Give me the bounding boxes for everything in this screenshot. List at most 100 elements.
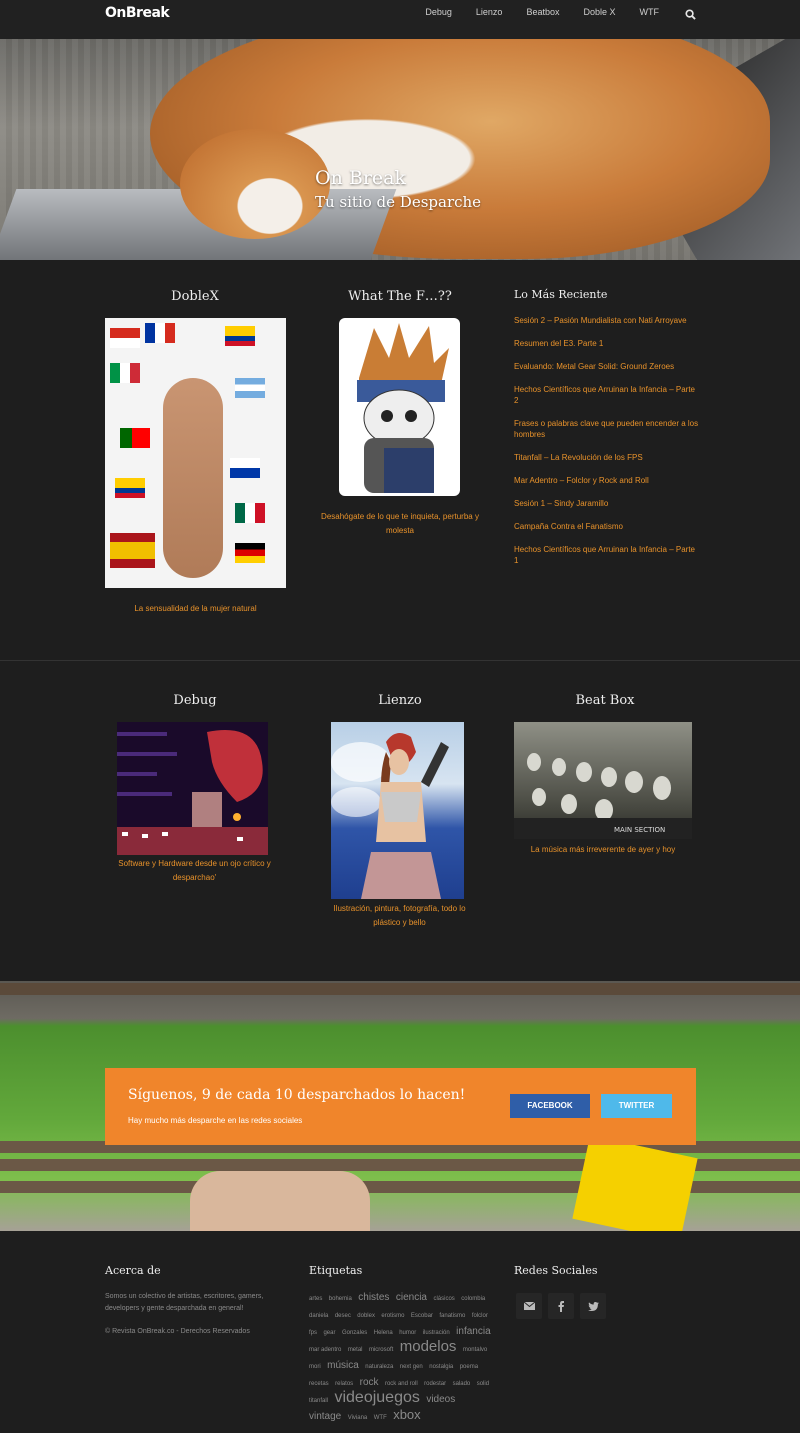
featured-title-doblex[interactable]: DobleX bbox=[105, 289, 285, 304]
tag-link[interactable]: gear bbox=[323, 1330, 335, 1336]
recent-post-link[interactable]: Campaña Contra el Fanatismo bbox=[514, 521, 699, 532]
tag-link[interactable]: rock and roll bbox=[385, 1381, 418, 1387]
twitter-button[interactable]: TWITTER bbox=[601, 1094, 672, 1118]
category-caption-lienzo: Ilustración, pintura, fotografía, todo l… bbox=[333, 904, 466, 927]
tag-link[interactable]: vintage bbox=[309, 1411, 341, 1422]
tag-link[interactable]: ciencia bbox=[396, 1292, 427, 1303]
tag-link[interactable]: desec bbox=[335, 1313, 351, 1319]
tag-link[interactable]: infancia bbox=[456, 1326, 490, 1337]
tag-link[interactable]: chistes bbox=[358, 1292, 389, 1303]
nav-link-debug[interactable]: Debug bbox=[425, 0, 452, 17]
recent-post-link[interactable]: Resumen del E3. Parte 1 bbox=[514, 338, 699, 349]
tag-link[interactable]: nostalgia bbox=[429, 1364, 453, 1370]
hero-banner bbox=[0, 39, 800, 260]
bench-slat bbox=[0, 983, 800, 995]
category-caption-debug: Software y Hardware desde un ojo crítico… bbox=[118, 859, 271, 882]
envelope-icon[interactable] bbox=[516, 1293, 542, 1319]
tag-link[interactable]: ilustración bbox=[423, 1330, 450, 1336]
facebook-button[interactable]: FACEBOOK bbox=[510, 1094, 590, 1118]
doblex-image[interactable] bbox=[105, 318, 286, 588]
footer-about-text: Somos un colectivo de artistas, escritor… bbox=[105, 1293, 264, 1312]
tag-link[interactable]: mori bbox=[309, 1364, 321, 1370]
top-navbar: OnBreak Debug Lienzo Beatbox Doble X WTF bbox=[0, 0, 800, 39]
tag-link[interactable]: naturaleza bbox=[365, 1364, 393, 1370]
footer-social-title: Redes Sociales bbox=[514, 1264, 598, 1277]
footer-about-title: Acerca de bbox=[105, 1264, 161, 1277]
tag-link[interactable]: recetas bbox=[309, 1381, 329, 1387]
tag-link[interactable]: Escobar bbox=[411, 1313, 433, 1319]
category-title-lienzo[interactable]: Lienzo bbox=[310, 693, 490, 708]
tag-link[interactable]: Gonzales bbox=[342, 1330, 367, 1336]
facebook-icon[interactable] bbox=[548, 1293, 574, 1319]
tag-link[interactable]: xbox bbox=[393, 1407, 420, 1422]
recent-post-link[interactable]: Sesión 2 – Pasión Mundialista con Nati A… bbox=[514, 315, 699, 326]
tag-link[interactable]: Viviana bbox=[348, 1415, 368, 1421]
tag-link[interactable]: modelos bbox=[400, 1338, 457, 1355]
recent-posts-list: Sesión 2 – Pasión Mundialista con Nati A… bbox=[514, 315, 699, 578]
tag-link[interactable]: doblex bbox=[357, 1313, 375, 1319]
featured-caption-wtf: Desahógate de lo que te inquieta, pertur… bbox=[321, 512, 479, 535]
tag-link[interactable]: daniela bbox=[309, 1313, 328, 1319]
tag-link[interactable]: clásicos bbox=[433, 1296, 454, 1302]
tag-link[interactable]: titanfall bbox=[309, 1398, 328, 1404]
recent-post-link[interactable]: Hechos Científicos que Arruinan la Infan… bbox=[514, 544, 699, 566]
tag-link[interactable]: mar adentro bbox=[309, 1347, 341, 1353]
nav-link-doblex[interactable]: Doble X bbox=[583, 0, 615, 17]
tag-link[interactable]: WTF bbox=[374, 1415, 387, 1421]
recent-post-link[interactable]: Titanfall – La Revolución de los FPS bbox=[514, 452, 699, 463]
tag-link[interactable]: colombia bbox=[461, 1296, 485, 1302]
recent-post-link[interactable]: Sesión 1 – Sindy Jaramillo bbox=[514, 498, 699, 509]
hero-cat-head bbox=[180, 129, 330, 239]
tag-link[interactable]: montalvo bbox=[463, 1347, 487, 1353]
tag-link[interactable]: videojuegos bbox=[334, 1389, 419, 1406]
doblex-model bbox=[163, 378, 223, 578]
nav-link-beatbox[interactable]: Beatbox bbox=[526, 0, 559, 17]
featured-title-wtf[interactable]: What The F…?? bbox=[310, 289, 490, 304]
tag-link[interactable]: música bbox=[327, 1360, 359, 1371]
recent-posts-title: Lo Más Reciente bbox=[514, 288, 608, 301]
svg-text:MAIN SECTION: MAIN SECTION bbox=[614, 826, 665, 834]
follow-subtitle: Hay mucho más desparche en las redes soc… bbox=[128, 1116, 303, 1125]
tag-cloud: artes bohemia chistes ciencia clásicos c… bbox=[309, 1289, 494, 1425]
hero-subtitle: Tu sitio de Desparche bbox=[315, 193, 482, 211]
tag-link[interactable]: videos bbox=[426, 1394, 455, 1405]
tag-link[interactable]: erotismo bbox=[381, 1313, 404, 1319]
nav-links: Debug Lienzo Beatbox Doble X WTF bbox=[401, 0, 696, 39]
wtf-image[interactable] bbox=[339, 318, 460, 496]
tag-link[interactable]: folclor bbox=[472, 1313, 488, 1319]
category-title-debug[interactable]: Debug bbox=[105, 693, 285, 708]
tag-link[interactable]: rodestar bbox=[424, 1381, 446, 1387]
tag-link[interactable]: metal bbox=[348, 1347, 363, 1353]
tag-link[interactable]: Helena bbox=[374, 1330, 393, 1336]
recent-post-link[interactable]: Hechos Científicos que Arruinan la Infan… bbox=[514, 384, 699, 406]
beatbox-image[interactable]: MAIN SECTION bbox=[514, 722, 692, 839]
debug-image[interactable] bbox=[117, 722, 268, 855]
twitter-icon[interactable] bbox=[580, 1293, 606, 1319]
tag-link[interactable]: relatos bbox=[335, 1381, 353, 1387]
tag-link[interactable]: fanatismo bbox=[439, 1313, 465, 1319]
tag-link[interactable]: poema bbox=[460, 1364, 478, 1370]
site-logo[interactable]: OnBreak bbox=[105, 5, 170, 21]
search-icon[interactable] bbox=[685, 0, 696, 24]
follow-title: Síguenos, 9 de cada 10 desparchados lo h… bbox=[128, 1087, 466, 1103]
tag-link[interactable]: humor bbox=[399, 1330, 416, 1336]
tag-link[interactable]: salado bbox=[453, 1381, 471, 1387]
nav-link-lienzo[interactable]: Lienzo bbox=[476, 0, 503, 17]
nav-link-wtf[interactable]: WTF bbox=[640, 0, 660, 17]
tag-link[interactable]: solid bbox=[477, 1381, 489, 1387]
tag-link[interactable]: microsoft bbox=[369, 1347, 393, 1353]
tag-link[interactable]: artes bbox=[309, 1296, 322, 1302]
category-caption-beatbox: La música más irreverente de ayer y hoy bbox=[530, 845, 676, 854]
footer-copyright: © Revista OnBreak.co - Derechos Reservad… bbox=[105, 1328, 250, 1335]
tag-link[interactable]: bohemia bbox=[329, 1296, 352, 1302]
recent-post-link[interactable]: Evaluando: Metal Gear Solid: Ground Zero… bbox=[514, 361, 699, 372]
tag-link[interactable]: fps bbox=[309, 1330, 317, 1336]
lienzo-image[interactable] bbox=[331, 722, 464, 899]
recent-post-link[interactable]: Frases o palabras clave que pueden encen… bbox=[514, 418, 699, 440]
hero-title: On Break bbox=[315, 167, 406, 189]
recent-post-link[interactable]: Mar Adentro – Folclor y Rock and Roll bbox=[514, 475, 699, 486]
tag-link[interactable]: rock bbox=[360, 1377, 379, 1388]
tag-link[interactable]: next gen bbox=[400, 1364, 423, 1370]
featured-caption-doblex: La sensualidad de la mujer natural bbox=[134, 604, 257, 613]
category-title-beatbox[interactable]: Beat Box bbox=[515, 693, 695, 708]
